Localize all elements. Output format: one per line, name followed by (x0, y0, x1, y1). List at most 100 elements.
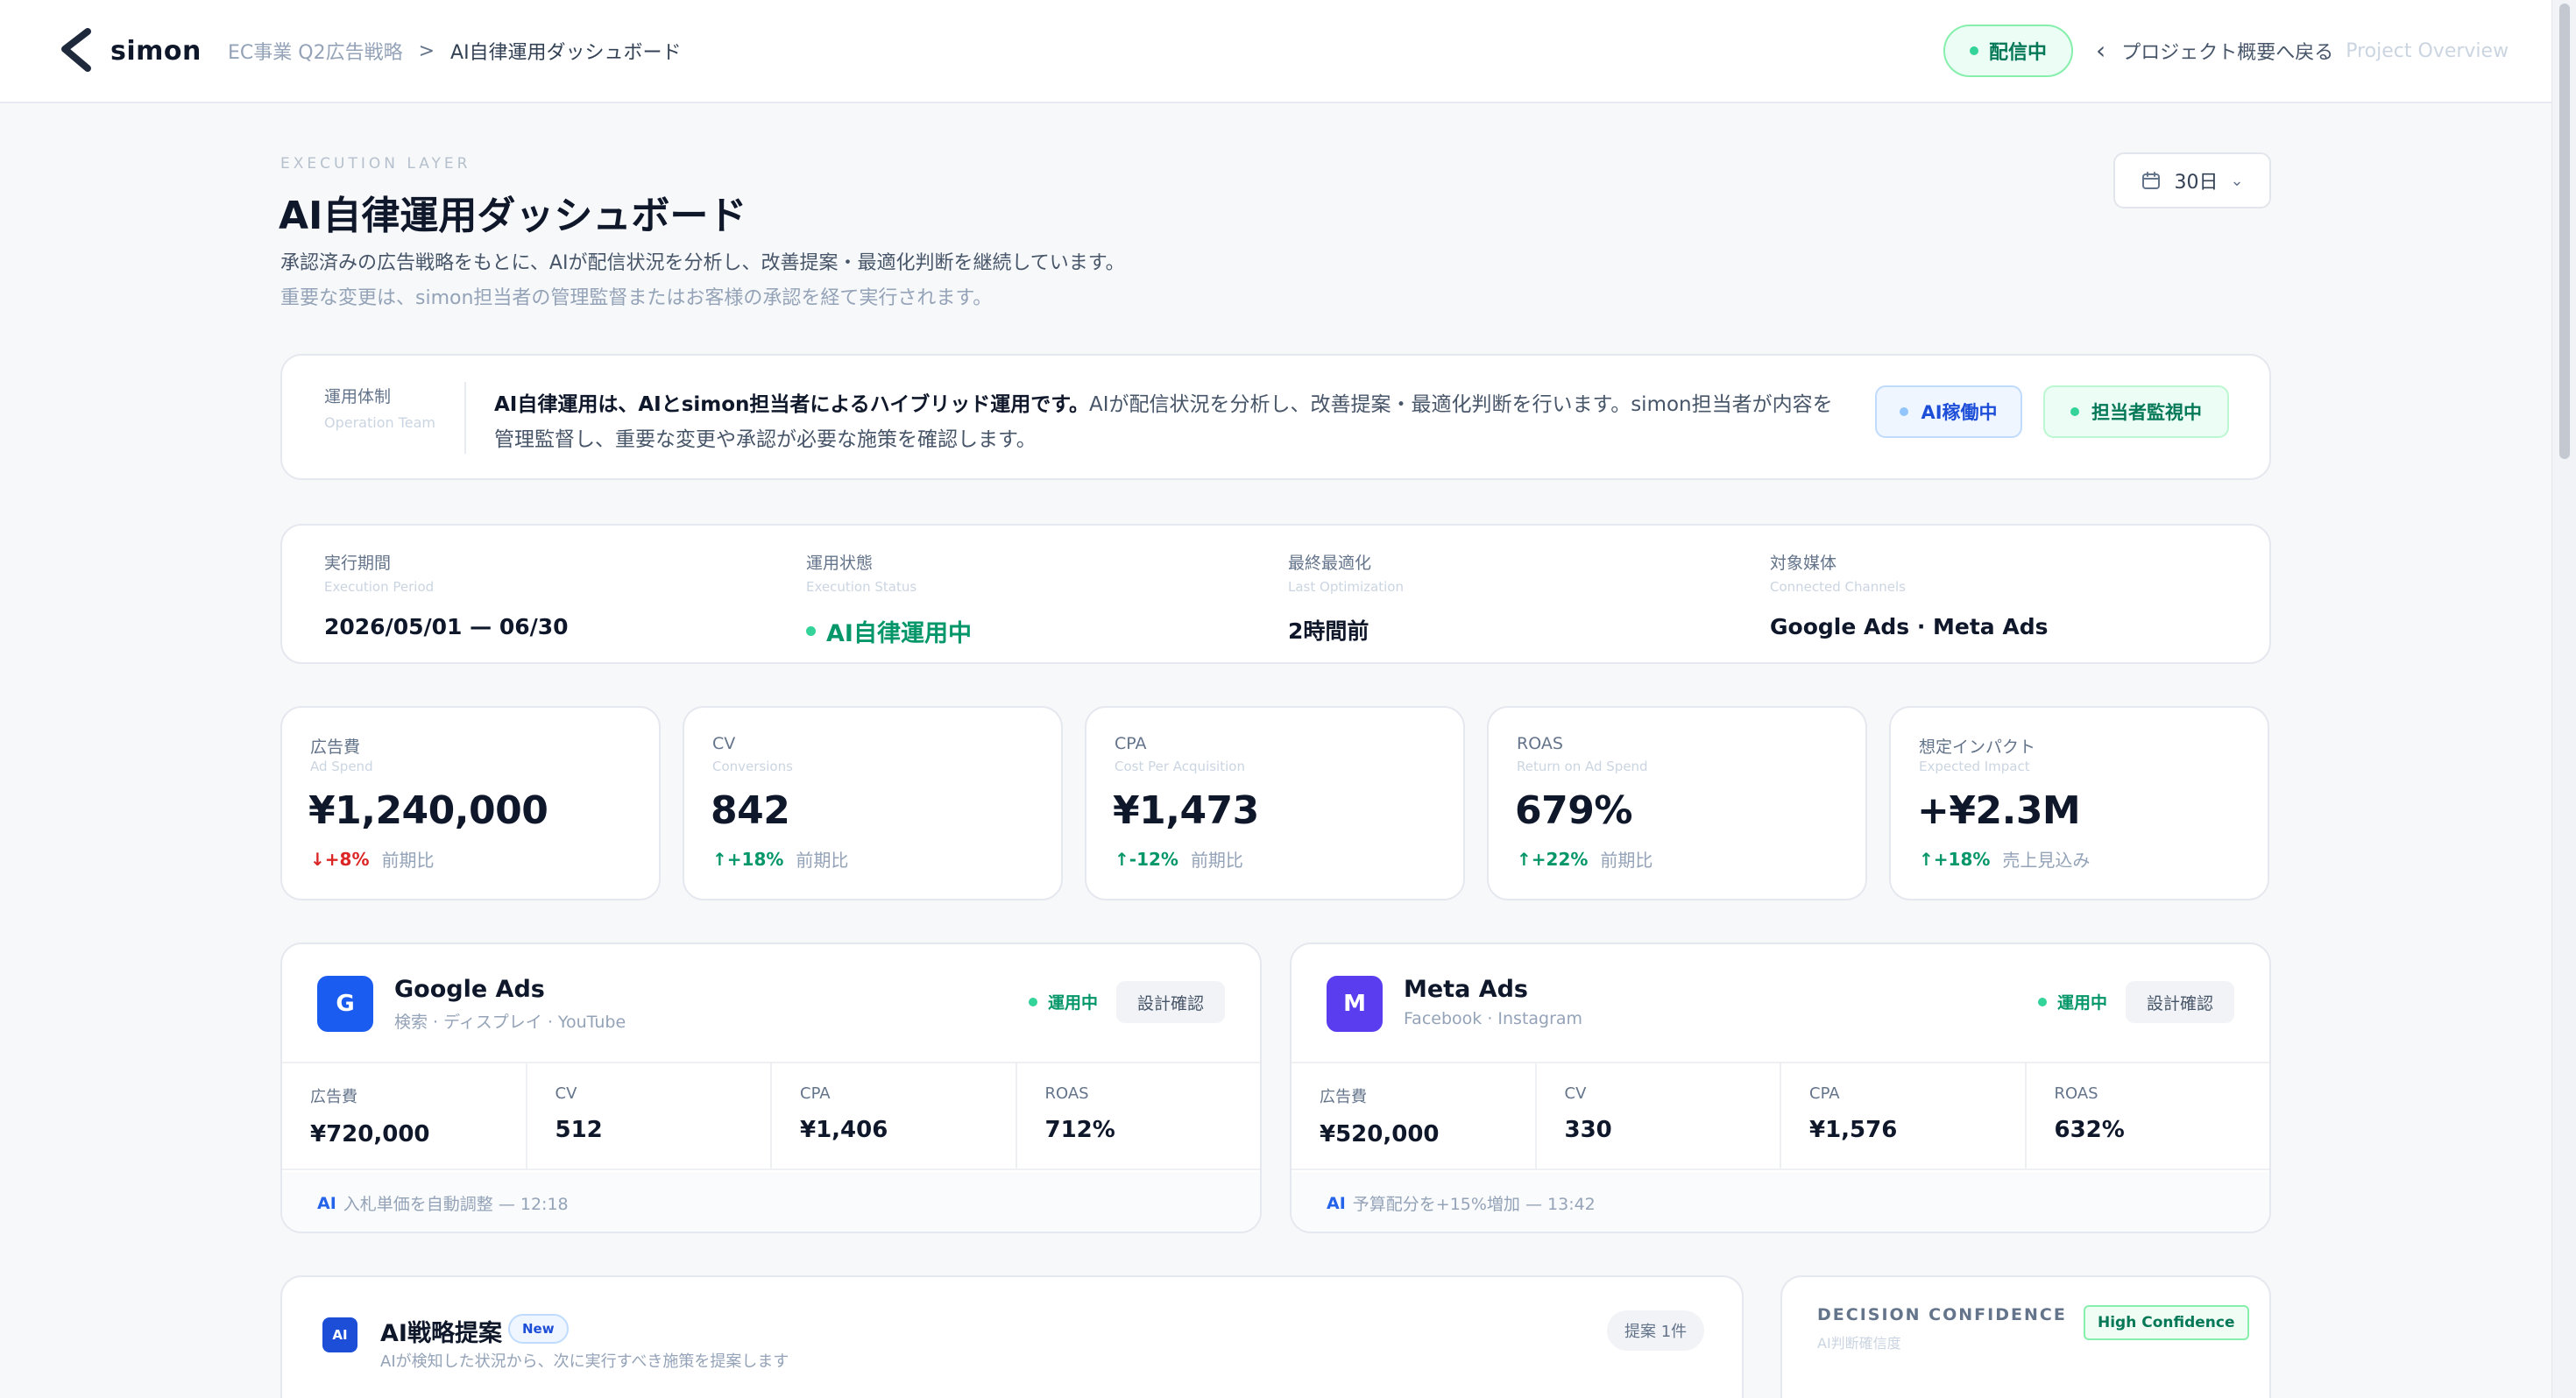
chevron-down-icon: ⌄ (2230, 171, 2244, 190)
design-check-button[interactable]: 設計確認 (1116, 981, 1225, 1023)
channel-status: 運用中 (1029, 990, 1098, 1013)
metric-value: 512 (555, 1117, 603, 1143)
kpi-card-conversions: CV Conversions 842 ↑ +18% 前期比 (683, 706, 1063, 900)
metric-ad-spend: 広告費 ¥720,000 (282, 1063, 527, 1169)
chevron-left-icon: ‹ (2096, 36, 2106, 65)
proposal-count-badge: 提案 1件 (1607, 1310, 1705, 1351)
operation-team-label-en: Operation Team (324, 414, 435, 431)
kpi-delta-label: 前期比 (1190, 850, 1243, 871)
kpi-label: CPA (1115, 734, 1147, 753)
kpi-label-en: Return on Ad Spend (1517, 759, 1648, 774)
metric-ad-spend: 広告費 ¥520,000 (1292, 1063, 1537, 1169)
execution-status: 運用状態 Execution Status AI自律運用中 (806, 550, 972, 648)
operation-team-headline: AI自律運用は、AIとsimon担当者によるハイブリッド運用です。 (494, 393, 1089, 416)
design-check-button[interactable]: 設計確認 (2126, 981, 2234, 1023)
channel-metrics: 広告費 ¥720,000 CV 512 CPA ¥1,406 ROAS 712% (282, 1062, 1260, 1170)
kpi-value: ¥1,473 (1113, 788, 1259, 833)
ai-badge-icon: AI (322, 1317, 357, 1352)
status-dot-icon (2038, 997, 2047, 1006)
execution-status-value: AI自律運用中 (806, 614, 972, 648)
connected-channels: 対象媒体 Connected Channels Google Ads · Met… (1770, 550, 2049, 639)
breadcrumb-item-project[interactable]: EC事業 Q2広告戦略 (228, 37, 403, 65)
kpi-label-en: Expected Impact (1919, 759, 2030, 774)
kpi-delta-value: +8% (324, 848, 370, 870)
channel-card-google-ads: G Google Ads 検索 · ディスプレイ · YouTube 運用中 設… (280, 943, 1262, 1233)
breadcrumb-separator: > (418, 39, 435, 62)
breadcrumb: EC事業 Q2広告戦略 > AI自律運用ダッシュボード (228, 37, 682, 65)
metric-label: ROAS (1044, 1084, 1089, 1103)
channel-status: 運用中 (2038, 990, 2107, 1013)
arrow-up-icon: ↑ (1919, 848, 1934, 870)
channel-status-label: 運用中 (2057, 993, 2108, 1013)
ai-tag: AI (1327, 1193, 1346, 1213)
last-optimization-label: 最終最適化 (1288, 554, 1372, 573)
live-status-badge: 配信中 (1943, 25, 2073, 77)
channel-status-label: 運用中 (1048, 993, 1099, 1013)
kpi-delta: ↑ +18% 売上見込み (1919, 846, 2090, 872)
kpi-card-roas: ROAS Return on Ad Spend 679% ↑ +22% 前期比 (1487, 706, 1867, 900)
metric-label: CPA (800, 1084, 831, 1103)
kpi-label: 想定インパクト (1919, 738, 2036, 757)
kpi-delta: ↑ +22% 前期比 (1517, 846, 1652, 872)
kpi-value: 679% (1515, 788, 1632, 833)
kpi-card-cpa: CPA Cost Per Acquisition ¥1,473 ↑ -12% 前… (1085, 706, 1465, 900)
page-scrollbar[interactable] (2551, 0, 2576, 1398)
metric-cv: CV 330 (1537, 1063, 1781, 1169)
page-description-note: 重要な変更は、simon担当者の管理監督またはお客様の承認を経て実行されます。 (280, 287, 993, 309)
ai-activity-log: AI 入札単価を自動調整 — 12:18 (317, 1191, 569, 1215)
new-badge: New (508, 1314, 569, 1344)
date-range-select[interactable]: 30日 ⌄ (2113, 152, 2271, 208)
status-dot-icon (1029, 997, 1037, 1006)
arrow-up-icon: ↑ (1115, 848, 1129, 870)
kpi-delta-label: 前期比 (796, 850, 849, 871)
metric-roas: ROAS 632% (2027, 1063, 2270, 1169)
metric-value: ¥1,576 (1809, 1117, 1898, 1143)
kpi-delta: ↓ +8% 前期比 (310, 846, 434, 872)
back-label: プロジェクト概要へ戻る (2121, 42, 2334, 64)
kpi-delta-label: 前期比 (1600, 850, 1653, 871)
execution-status-label: 運用状態 (806, 554, 874, 573)
kpi-label: CV (712, 734, 736, 753)
ai-strategy-title: AI戦略提案 (380, 1320, 502, 1347)
back-to-overview-link[interactable]: ‹ プロジェクト概要へ戻る Project Overview (2096, 37, 2509, 65)
metric-value: ¥520,000 (1320, 1121, 1440, 1147)
metric-value: 712% (1044, 1117, 1115, 1143)
live-status-label: 配信中 (1988, 42, 2047, 64)
page-title: AI自律運用ダッシュボード (279, 194, 747, 238)
simon-logo-icon (61, 28, 91, 72)
connected-channels-label-en: Connected Channels (1770, 579, 1906, 595)
execution-period-value: 2026/05/01 — 06/30 (324, 614, 569, 639)
logo[interactable]: simon (54, 26, 202, 75)
execution-period: 実行期間 Execution Period 2026/05/01 — 06/30 (324, 550, 569, 639)
arrow-up-icon: ↑ (712, 848, 727, 870)
channel-metrics: 広告費 ¥520,000 CV 330 CPA ¥1,576 ROAS 632% (1292, 1062, 2269, 1170)
metric-value: 632% (2054, 1117, 2125, 1143)
execution-status-label-en: Execution Status (806, 579, 917, 595)
kpi-label: ROAS (1517, 734, 1563, 753)
last-optimization-label-en: Last Optimization (1288, 579, 1404, 595)
breadcrumb-item-current: AI自律運用ダッシュボード (450, 42, 682, 64)
kpi-value: ¥1,240,000 (308, 788, 548, 833)
high-confidence-badge: High Confidence (2084, 1305, 2249, 1340)
back-label-en: Project Overview (2346, 39, 2509, 62)
metric-cv: CV 512 (527, 1063, 772, 1169)
decision-confidence-card: DECISION CONFIDENCE AI判断確信度 High Confide… (1780, 1275, 2271, 1398)
decision-confidence-subtitle: AI判断確信度 (1817, 1335, 1901, 1352)
scrollbar-thumb[interactable] (2559, 4, 2570, 459)
metric-label: 広告費 (310, 1088, 357, 1106)
kpi-delta: ↑ -12% 前期比 (1115, 846, 1243, 872)
metric-value: 330 (1564, 1117, 1612, 1143)
channel-subtitle: Facebook · Instagram (1404, 1009, 1583, 1028)
status-dot-icon (2070, 407, 2079, 416)
channel-name: Meta Ads (1404, 976, 1529, 1003)
metric-value: ¥720,000 (310, 1121, 430, 1147)
date-range-value: 30日 (2174, 172, 2219, 194)
arrow-down-icon: ↓ (310, 848, 325, 870)
ai-active-badge: AI稼働中 (1875, 385, 2022, 438)
channel-name: Google Ads (394, 976, 545, 1003)
kpi-label: 広告費 (310, 738, 361, 757)
connected-channels-label: 対象媒体 (1770, 554, 1837, 573)
divider (464, 382, 466, 454)
metric-cpa: CPA ¥1,576 (1781, 1063, 2027, 1169)
meta-ads-icon: M (1327, 976, 1383, 1032)
